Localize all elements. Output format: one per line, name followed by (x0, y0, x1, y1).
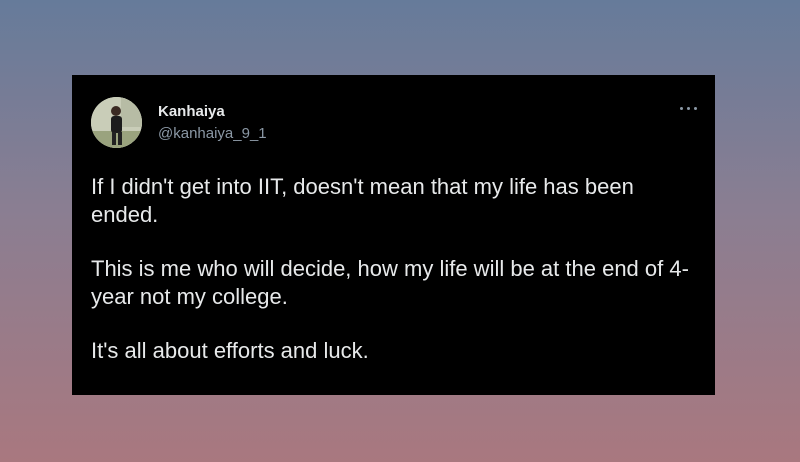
tweet-paragraph: It's all about efforts and luck. (91, 338, 369, 363)
tweet-text: If I didn't get into IIT, doesn't mean t… (91, 173, 701, 391)
tweet-paragraph: If I didn't get into IIT, doesn't mean t… (91, 174, 634, 227)
more-dot (687, 107, 690, 110)
author-handle[interactable]: @kanhaiya_9_1 (158, 125, 267, 143)
tweet-paragraph: This is me who will decide, how my life … (91, 256, 689, 309)
more-dot (694, 107, 697, 110)
avatar-photo (91, 97, 142, 148)
more-dot (680, 107, 683, 110)
avatar[interactable] (91, 97, 142, 148)
author-name[interactable]: Kanhaiya (158, 103, 225, 121)
more-options-icon[interactable] (679, 101, 699, 115)
tweet-card: Kanhaiya @kanhaiya_9_1 If I didn't get i… (72, 75, 715, 395)
